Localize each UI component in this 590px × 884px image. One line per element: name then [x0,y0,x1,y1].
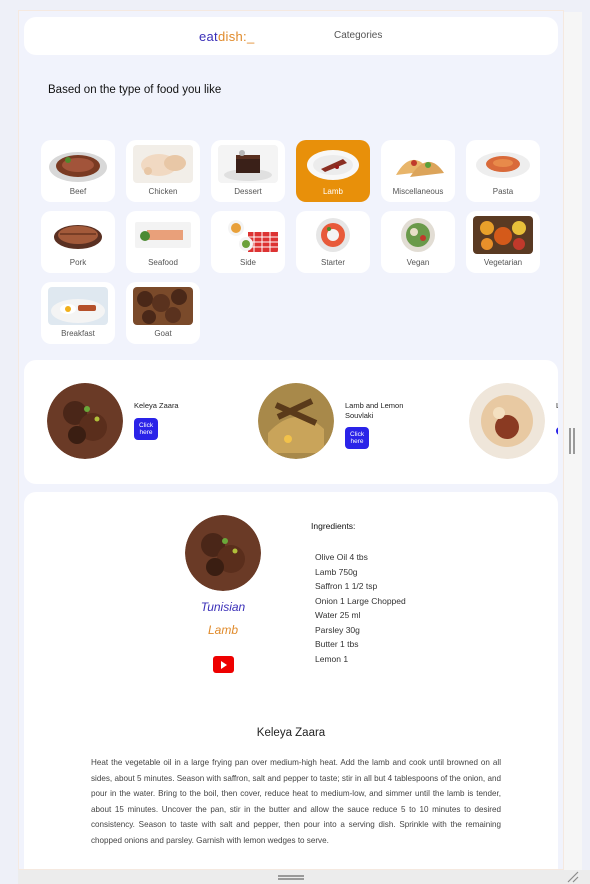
starter-image [316,218,350,252]
category-card-pasta[interactable]: Pasta [466,140,540,202]
miscellaneous-image [396,159,444,177]
logo-suffix-text: :_ [243,29,255,44]
ingredient-item: Butter 1 tbs [315,639,359,649]
category-label: Vegan [406,258,430,267]
recipe-click-button[interactable]: Click here [345,427,370,449]
category-card-pork[interactable]: Pork [41,211,115,273]
category-label: Goat [154,329,172,338]
lamb-image [307,150,359,180]
pasta-image [476,152,530,178]
recipe-click-button[interactable] [556,427,558,435]
category-card-chicken[interactable]: Chicken [126,140,200,202]
category-card-miscellaneous[interactable]: Miscellaneous [381,140,455,202]
ingredient-item: Saffron 1 1/2 tsp [315,581,378,591]
dessert-image [218,145,278,183]
ingredient-item: Olive Oil 4 tbs [315,552,368,562]
category-card-side[interactable]: Side [211,211,285,273]
category-card-dessert[interactable]: Dessert [211,140,285,202]
bottom-grip-icon[interactable] [278,875,304,880]
breakfast-image [48,287,108,325]
vegan-image [401,218,435,252]
category-label: Beef [69,187,87,196]
scroll-grip-icon[interactable] [569,428,575,454]
category-card-breakfast[interactable]: Breakfast [41,282,115,344]
recipe-category: Lamb [207,623,239,637]
recipe-title: Lamb and Lemon Souvlaki [345,401,404,420]
category-card-seafood[interactable]: Seafood [126,211,200,273]
logo-dish-text: dish [217,29,244,44]
seafood-image [135,222,191,248]
recipe-title-heading: Keleya Zaara [256,727,326,739]
category-label: Starter [320,258,345,267]
category-label: Miscellaneous [392,187,444,196]
category-label: Vegetarian [483,258,523,267]
side-image [228,220,278,252]
pork-image [54,225,102,249]
category-card-beef[interactable]: Beef [41,140,115,202]
category-label: Side [239,258,256,267]
category-card-starter[interactable]: Starter [296,211,370,273]
beef-image [49,152,107,182]
site-logo[interactable]: eatdish:_ [199,29,255,44]
category-label: Breakfast [61,329,95,338]
ingredients-list: Olive Oil 4 tbs Lamb 750g Saffron 1 1/2 … [315,550,406,666]
chicken-image [133,145,193,183]
ingredient-item: Onion 1 Large Chopped [315,595,406,606]
category-card-vegan[interactable]: Vegan [381,211,455,273]
ingredient-item: Lemon 1 [315,653,349,664]
vegetarian-image [473,216,533,254]
app-window: eatdish:_ Categories Based on the type o… [18,10,564,870]
recipe-instructions: Heat the vegetable oil in a large frying… [91,758,501,845]
category-card-lamb[interactable]: Lamb [296,140,370,202]
recipe-title: L P [556,401,558,411]
recipe-click-button[interactable]: Click here [134,418,159,440]
recipe-carousel: Keleya Zaara Click here Lamb and Lemon S… [24,360,558,484]
recipe-detail-image [185,515,261,591]
ingredient-item: Lamb 750g [315,566,358,577]
category-label: Lamb [322,187,343,196]
horizontal-scrollbar[interactable] [18,870,590,884]
category-card-vegetarian[interactable]: Vegetarian [466,211,540,273]
goat-image [133,287,193,325]
category-label: Chicken [148,187,178,196]
recipe-area: Tunisian [200,600,246,614]
recipe-title: Keleya Zaara [134,401,179,410]
category-card-goat[interactable]: Goat [126,282,200,344]
section-heading: Based on the type of food you like [48,84,222,96]
category-label: Dessert [234,187,262,196]
recipe-thumbnail[interactable] [258,383,334,459]
category-label: Pasta [492,187,514,196]
recipe-thumbnail[interactable] [47,383,123,459]
ingredient-item: Water 25 ml [315,610,361,620]
ingredients-heading: Ingredients: [311,521,356,531]
category-label: Seafood [148,258,178,267]
resize-handle-icon[interactable] [566,870,580,884]
top-navbar: eatdish:_ Categories [24,17,558,55]
ingredient-item: Parsley 30g [315,624,360,635]
logo-eat-text: eat [199,29,218,44]
youtube-icon[interactable] [213,656,234,673]
recipe-detail: Tunisian Lamb Ingredients: Olive Oil 4 t… [24,492,558,869]
nav-categories-link[interactable]: Categories [334,30,382,41]
recipe-thumbnail[interactable] [469,383,545,459]
category-label: Pork [69,258,87,267]
